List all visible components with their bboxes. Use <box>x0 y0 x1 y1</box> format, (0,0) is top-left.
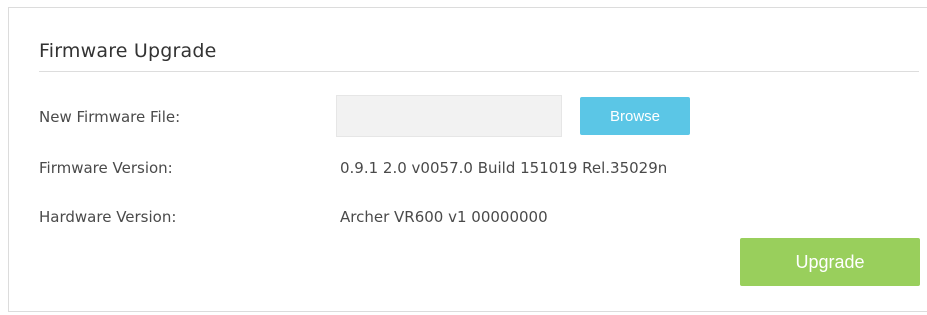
title-divider <box>39 71 919 72</box>
new-firmware-file-input[interactable] <box>336 95 562 137</box>
hardware-version-label: Hardware Version: <box>39 208 177 226</box>
firmware-upgrade-panel: Firmware Upgrade New Firmware File: Brow… <box>8 7 927 312</box>
browse-button[interactable]: Browse <box>580 97 690 135</box>
firmware-version-value: 0.9.1 2.0 v0057.0 Build 151019 Rel.35029… <box>340 159 668 177</box>
firmware-version-label: Firmware Version: <box>39 159 173 177</box>
upgrade-button[interactable]: Upgrade <box>740 238 920 286</box>
section-title: Firmware Upgrade <box>39 40 217 62</box>
hardware-version-value: Archer VR600 v1 00000000 <box>340 208 548 226</box>
new-firmware-file-label: New Firmware File: <box>39 108 181 126</box>
